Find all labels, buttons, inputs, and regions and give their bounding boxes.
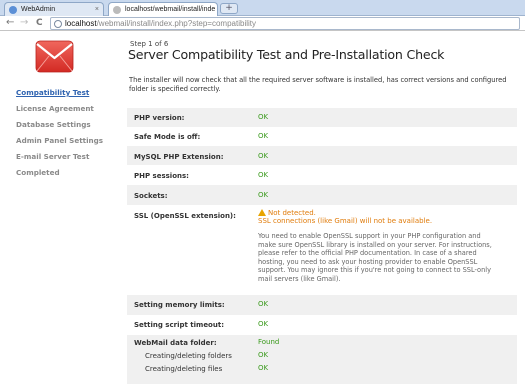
reload-icon[interactable]: C [36, 17, 43, 29]
page-title: Server Compatibility Test and Pre-Instal… [128, 47, 445, 62]
check-row-memory-limits: Setting memory limits: OK [127, 295, 517, 315]
check-label: Creating/deleting files [145, 365, 223, 373]
close-icon[interactable]: × [215, 6, 217, 13]
warning-subline: SSL connections (like Gmail) will not be… [258, 217, 433, 225]
warning-detail: You need to enable OpenSSL support in yo… [258, 232, 492, 283]
tab-title: localhost/webmail/install/inde [125, 6, 216, 13]
check-row-php-sessions: PHP sessions: OK [127, 165, 517, 185]
check-row-sockets: Sockets: OK [127, 185, 517, 205]
url-host: localhost [65, 19, 97, 28]
sidebar-item-license-agreement: License Agreement [16, 104, 94, 113]
check-label: Creating/deleting folders [145, 352, 232, 360]
check-label: PHP sessions: [134, 172, 189, 180]
warning-headline: Not detected. [258, 208, 498, 217]
check-row-php-version: PHP version: OK [127, 108, 517, 127]
tab-webadmin[interactable]: WebAdmin × [4, 2, 104, 16]
browser-tab-bar: WebAdmin × localhost/webmail/install/ind… [0, 0, 525, 16]
new-tab-button[interactable]: + [220, 3, 238, 14]
check-label: Setting memory limits: [134, 301, 225, 309]
check-label: SSL (OpenSSL extension): [134, 212, 236, 220]
page-favicon-icon [113, 5, 121, 14]
installer-steps-sidebar: Compatibility Test License Agreement Dat… [16, 88, 116, 184]
check-row-safe-mode: Safe Mode is off: OK [127, 127, 517, 146]
check-status: OK [258, 132, 269, 140]
sidebar-item-compatibility-test[interactable]: Compatibility Test [16, 88, 116, 104]
check-label: Safe Mode is off: [134, 133, 201, 141]
check-label: Setting script timeout: [134, 321, 224, 329]
check-status: OK [258, 300, 269, 308]
check-status: OK [258, 152, 269, 160]
intro-text: The installer will now check that all th… [129, 76, 507, 93]
check-status: OK [258, 113, 269, 121]
tab-installer[interactable]: localhost/webmail/install/inde × [108, 2, 218, 16]
check-label: Sockets: [134, 192, 168, 200]
sidebar-item-email-server-test: E-mail Server Test [16, 152, 90, 161]
sidebar-item-database-settings: Database Settings [16, 120, 91, 129]
check-status: OK [258, 191, 269, 199]
envelope-icon [35, 40, 74, 73]
check-status: OK [258, 320, 269, 328]
sidebar-item-completed: Completed [16, 168, 60, 177]
check-status: OK [258, 351, 269, 359]
globe-icon [54, 19, 62, 28]
check-row-openssl: SSL (OpenSSL extension): Not detected. S… [127, 205, 517, 295]
warning-triangle-icon [258, 209, 266, 216]
url-path: /webmail/install/index.php?step=compatib… [96, 19, 256, 28]
check-status: OK [258, 364, 269, 372]
warning-headline-text: Not detected. [268, 208, 316, 217]
forward-arrow-icon[interactable]: → [20, 17, 28, 29]
address-bar[interactable]: localhost/webmail/install/index.php?step… [50, 17, 520, 30]
check-row-data-folder: WebMail data folder: Found Creating/dele… [127, 335, 517, 384]
ssl-warning: Not detected. SSL connections (like Gmai… [258, 208, 498, 284]
webadmin-favicon-icon [9, 5, 17, 14]
check-row-mysql-extension: MySQL PHP Extension: OK [127, 146, 517, 165]
check-status: Found [258, 338, 280, 346]
check-status: OK [258, 171, 269, 179]
check-row-script-timeout: Setting script timeout: OK [127, 315, 517, 335]
check-label: WebMail data folder: [134, 339, 217, 347]
check-label: PHP version: [134, 114, 185, 122]
browser-toolbar: ← → C localhost/webmail/install/index.ph… [0, 16, 525, 31]
check-label: MySQL PHP Extension: [134, 153, 224, 161]
sidebar-item-admin-panel-settings: Admin Panel Settings [16, 136, 104, 145]
back-arrow-icon[interactable]: ← [6, 17, 14, 29]
close-icon[interactable]: × [91, 6, 99, 13]
tab-title: WebAdmin [21, 6, 56, 13]
